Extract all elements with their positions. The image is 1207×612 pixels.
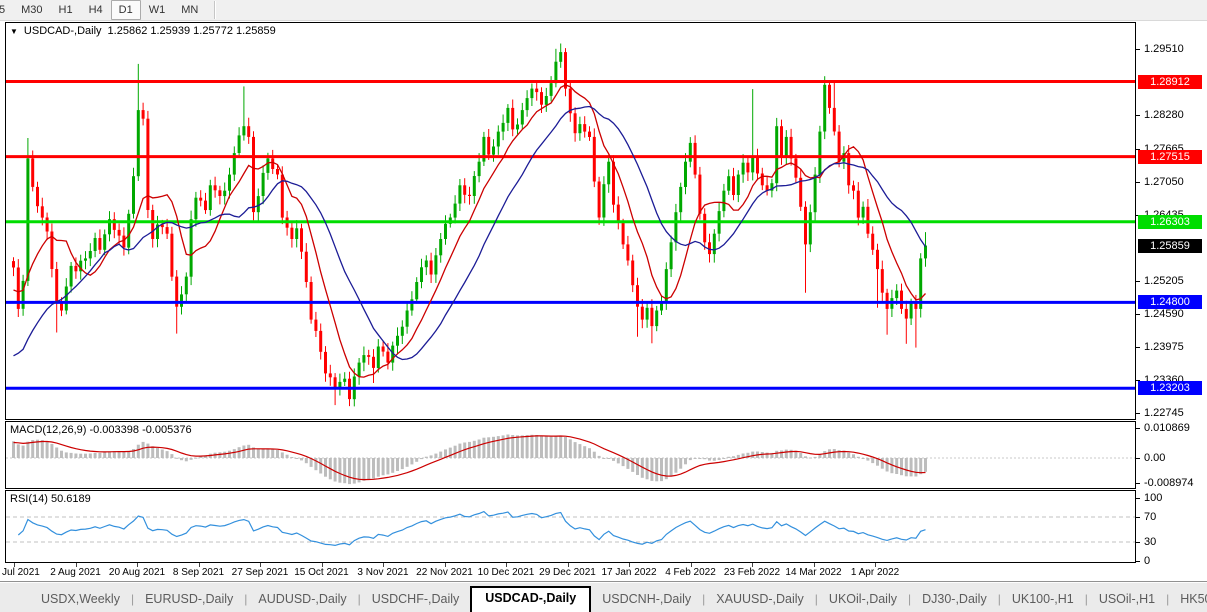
date-axis[interactable]: 14 Jul 20212 Aug 202120 Aug 20218 Sep 20…	[0, 563, 1136, 580]
macd-indicator-pane[interactable]: MACD(12,26,9) -0.003398 -0.005376	[5, 421, 1136, 489]
price-level-badge: 1.27515	[1138, 149, 1202, 164]
price-tick-label: 1.28280	[1144, 109, 1184, 122]
axis-tick-mark	[1136, 181, 1140, 183]
price-tick-label: 1.29510	[1144, 43, 1184, 56]
price-tick-label: 30	[1144, 536, 1157, 548]
price-scale[interactable]: 1.295101.282801.276651.270501.264351.252…	[1136, 22, 1207, 567]
price-tick-label: 70	[1144, 511, 1157, 523]
price-level-badge: 1.28912	[1138, 74, 1202, 89]
timeframe-button-mn[interactable]: MN	[173, 0, 206, 20]
price-level-badge: 1.23203	[1138, 381, 1202, 396]
tab-ukoil-daily[interactable]: UKOil-,Daily	[818, 588, 908, 612]
tab-hk50-h1[interactable]: HK50-,H1	[1169, 588, 1207, 612]
axis-tick-mark	[1136, 280, 1140, 282]
tab-usdx-weekly[interactable]: USDX,Weekly	[30, 588, 131, 612]
rsi-label: RSI(14) 50.6189	[10, 493, 91, 505]
axis-tick-mark	[1136, 346, 1140, 348]
price-chart-pane[interactable]: ▼ USDCAD-,Daily 1.25862 1.25939 1.25772 …	[5, 22, 1136, 420]
chevron-down-icon[interactable]: ▼	[10, 27, 18, 36]
price-tick-label: 1.22745	[1144, 406, 1184, 419]
tab-usoil-h1[interactable]: USOil-,H1	[1088, 588, 1166, 612]
tab-xauusd-daily[interactable]: XAUUSD-,Daily	[705, 588, 815, 612]
symbol-tab-bar: USDX,Weekly | EURUSD-,Daily | AUDUSD-,Daily |…	[0, 581, 1207, 612]
axis-tick-mark	[1136, 313, 1140, 315]
price-tick-label: 0.010869	[1144, 421, 1190, 434]
terminal-window: 5 M30 H1 H4 D1 W1 MN ▼ USDCAD-,Daily 1.25862 1…	[0, 0, 1207, 612]
price-level-badge: 1.25859	[1138, 238, 1202, 253]
timeframe-button-5[interactable]: 5	[0, 0, 13, 20]
axis-tick-mark	[1136, 498, 1140, 500]
price-tick-label: 1.24590	[1144, 307, 1184, 320]
axis-tick-mark	[1136, 458, 1140, 459]
axis-tick-mark	[1136, 517, 1140, 518]
tab-uk100-h1[interactable]: UK100-,H1	[1001, 588, 1085, 612]
timeframe-button-m30[interactable]: M30	[13, 0, 50, 20]
timeframe-button-d1[interactable]: D1	[110, 0, 141, 20]
price-level-badge: 1.26303	[1138, 214, 1202, 229]
date-tick-label: 1 Apr 2022	[850, 567, 900, 578]
timeframe-button-w1[interactable]: W1	[141, 0, 174, 20]
price-tick-label: 1.25205	[1144, 274, 1184, 287]
symbol-tabs: USDX,Weekly | EURUSD-,Daily | AUDUSD-,Daily |…	[0, 582, 1207, 612]
tab-usdcad-daily[interactable]: USDCAD-,Daily	[470, 586, 592, 612]
axis-tick-mark	[1136, 115, 1140, 117]
axis-tick-mark	[1136, 49, 1140, 51]
rsi-plot	[6, 510, 1135, 547]
chart-ohlc-values: 1.25862 1.25939 1.25772 1.25859	[107, 25, 276, 37]
candlestick-chart[interactable]	[6, 23, 1135, 419]
macd-label: MACD(12,26,9) -0.003398 -0.005376	[10, 424, 192, 436]
chart-symbol-label: USDCAD-,Daily	[23, 25, 102, 37]
timeframe-toolbar: 5 M30 H1 H4 D1 W1 MN	[0, 0, 1207, 21]
tab-eurusd-daily[interactable]: EURUSD-,Daily	[134, 588, 244, 612]
tab-usdcnh-daily[interactable]: USDCNH-,Daily	[591, 588, 702, 612]
chart-title: ▼ USDCAD-,Daily 1.25862 1.25939 1.25772 …	[10, 25, 276, 37]
axis-tick-mark	[1136, 482, 1140, 484]
price-tick-label: 1.23975	[1144, 340, 1184, 353]
price-level-badge: 1.24800	[1138, 295, 1202, 310]
tab-usdchf-daily[interactable]: USDCHF-,Daily	[361, 588, 471, 612]
axis-tick-mark	[1136, 412, 1140, 414]
price-tick-label: 0.00	[1144, 452, 1166, 464]
tab-audusd-daily[interactable]: AUDUSD-,Daily	[247, 588, 357, 612]
rsi-indicator-pane[interactable]: RSI(14) 50.6189	[5, 490, 1136, 563]
price-tick-label: 1.27050	[1144, 175, 1184, 188]
tab-dj30-daily[interactable]: DJ30-,Daily	[911, 588, 998, 612]
axis-tick-mark	[1136, 560, 1140, 562]
price-tick-label: -0.008974	[1144, 476, 1194, 489]
price-tick-label: 0	[1144, 554, 1151, 567]
timeframe-button-h1[interactable]: H1	[51, 0, 81, 20]
axis-tick-mark	[1136, 427, 1140, 429]
price-tick-label: 100	[1144, 492, 1163, 505]
timeframe-button-h4[interactable]: H4	[81, 0, 111, 20]
axis-tick-mark	[1136, 542, 1140, 543]
toolbar-separator	[214, 1, 216, 19]
